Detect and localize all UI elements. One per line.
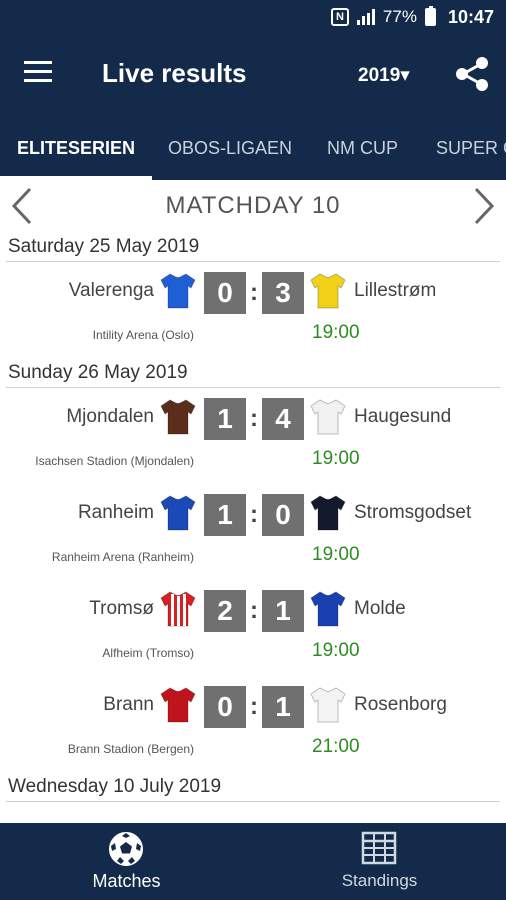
- home-score: 1: [204, 494, 246, 536]
- team-kit-icon: [160, 591, 196, 627]
- away-team-name: Lillestrøm: [354, 280, 437, 301]
- bottom-navigation: Matches Standings: [0, 823, 506, 900]
- matches-list[interactable]: MATCHDAY 10 Saturday 25 May 2019 Valereng…: [0, 180, 506, 823]
- hamburger-menu-icon[interactable]: [24, 61, 54, 83]
- home-score: 2: [204, 590, 246, 632]
- score-separator: :: [250, 597, 258, 624]
- home-score: 0: [204, 272, 246, 314]
- app-bar: Live results 2019▾: [0, 34, 506, 116]
- date-header: Wednesday 10 July 2019: [6, 772, 500, 802]
- away-score: 1: [262, 590, 304, 632]
- nav-matches-label: Matches: [92, 871, 161, 891]
- clock: 10:47: [447, 6, 494, 27]
- nav-standings[interactable]: Standings: [253, 823, 506, 900]
- kickoff-time: 19:00: [312, 322, 360, 343]
- team-kit-icon: [310, 273, 346, 309]
- venue: Alfheim (Tromso): [102, 646, 194, 660]
- tab-nm-cup[interactable]: NM CUP: [327, 116, 398, 180]
- match-row[interactable]: Mjondalen 1:4 Haugesund Isachsen Stadion (M…: [0, 388, 506, 484]
- team-kit-icon: [160, 399, 196, 435]
- tab-obos-ligaen[interactable]: OBOS-LIGAEN: [168, 116, 292, 180]
- matchday-title: MATCHDAY 10: [165, 192, 341, 219]
- away-team-name: Haugesund: [354, 406, 452, 427]
- team-kit-icon: [310, 687, 346, 723]
- share-icon[interactable]: [452, 54, 492, 94]
- tab-eliteserien[interactable]: ELITESERIEN: [17, 116, 135, 180]
- home-score: 0: [204, 686, 246, 728]
- kickoff-time: 19:00: [312, 448, 360, 469]
- nfc-icon: N: [330, 8, 349, 26]
- team-kit-icon: [160, 495, 196, 531]
- score-separator: :: [250, 279, 258, 306]
- team-kit-icon: [160, 687, 196, 723]
- competition-tabs: ELITESERIEN OBOS-LIGAEN NM CUP SUPER CUP: [0, 116, 506, 180]
- nav-matches[interactable]: Matches: [0, 823, 253, 900]
- home-score: 1: [204, 398, 246, 440]
- away-team-name: Stromsgodset: [354, 502, 472, 523]
- away-score: 1: [262, 686, 304, 728]
- home-team-name: Ranheim: [77, 502, 154, 523]
- home-team-name: Valerenga: [68, 280, 154, 301]
- signal-icon: [356, 9, 375, 25]
- away-score: 0: [262, 494, 304, 536]
- date-header: Saturday 25 May 2019: [6, 232, 500, 262]
- team-kit-icon: [310, 591, 346, 627]
- score-separator: :: [250, 693, 258, 720]
- battery-percent: 77%: [382, 7, 417, 26]
- away-team-name: Molde: [354, 598, 406, 619]
- match-row[interactable]: Valerenga 0:3 Lillestrøm Intility Arena (Os…: [0, 262, 506, 358]
- venue: Ranheim Arena (Ranheim): [51, 550, 194, 564]
- date-header: Sunday 26 May 2019: [6, 358, 500, 388]
- battery-icon: [424, 6, 436, 26]
- venue: Isachsen Stadion (Mjondalen): [35, 454, 194, 468]
- kickoff-time: 19:00: [312, 640, 360, 661]
- match-row[interactable]: Ranheim 1:0 Stromsgodset Ranheim Arena (Ran…: [0, 484, 506, 580]
- kickoff-time: 19:00: [312, 544, 360, 565]
- matchday-navigator: MATCHDAY 10: [0, 180, 506, 232]
- home-team-name: Tromsø: [89, 598, 154, 619]
- table-grid-icon: [361, 831, 397, 865]
- home-team-name: Mjondalen: [66, 406, 154, 427]
- away-team-name: Rosenborg: [354, 694, 447, 715]
- match-row[interactable]: Tromsø 2:1 Molde Alfheim (Tromso) 19:00: [0, 580, 506, 676]
- home-team-name: Brann: [103, 694, 154, 715]
- match-row[interactable]: Brann 0:1 Rosenborg Brann Stadion (Bergen) 2…: [0, 676, 506, 772]
- team-kit-icon: [160, 273, 196, 309]
- soccer-ball-icon: [109, 832, 143, 866]
- chevron-right-icon[interactable]: [468, 186, 498, 226]
- page-title: Live results: [102, 58, 247, 88]
- venue: Intility Arena (Oslo): [92, 328, 194, 342]
- venue: Brann Stadion (Bergen): [67, 742, 194, 756]
- nav-standings-label: Standings: [341, 871, 418, 890]
- away-score: 3: [262, 272, 304, 314]
- team-kit-icon: [310, 495, 346, 531]
- status-bar: N 77% 10:47: [0, 0, 506, 34]
- year-dropdown[interactable]: 2019▾: [358, 64, 410, 87]
- tab-super-cup[interactable]: SUPER CUP: [436, 116, 506, 180]
- kickoff-time: 21:00: [312, 736, 360, 757]
- score-separator: :: [250, 501, 258, 528]
- score-separator: :: [250, 405, 258, 432]
- away-score: 4: [262, 398, 304, 440]
- team-kit-icon: [310, 399, 346, 435]
